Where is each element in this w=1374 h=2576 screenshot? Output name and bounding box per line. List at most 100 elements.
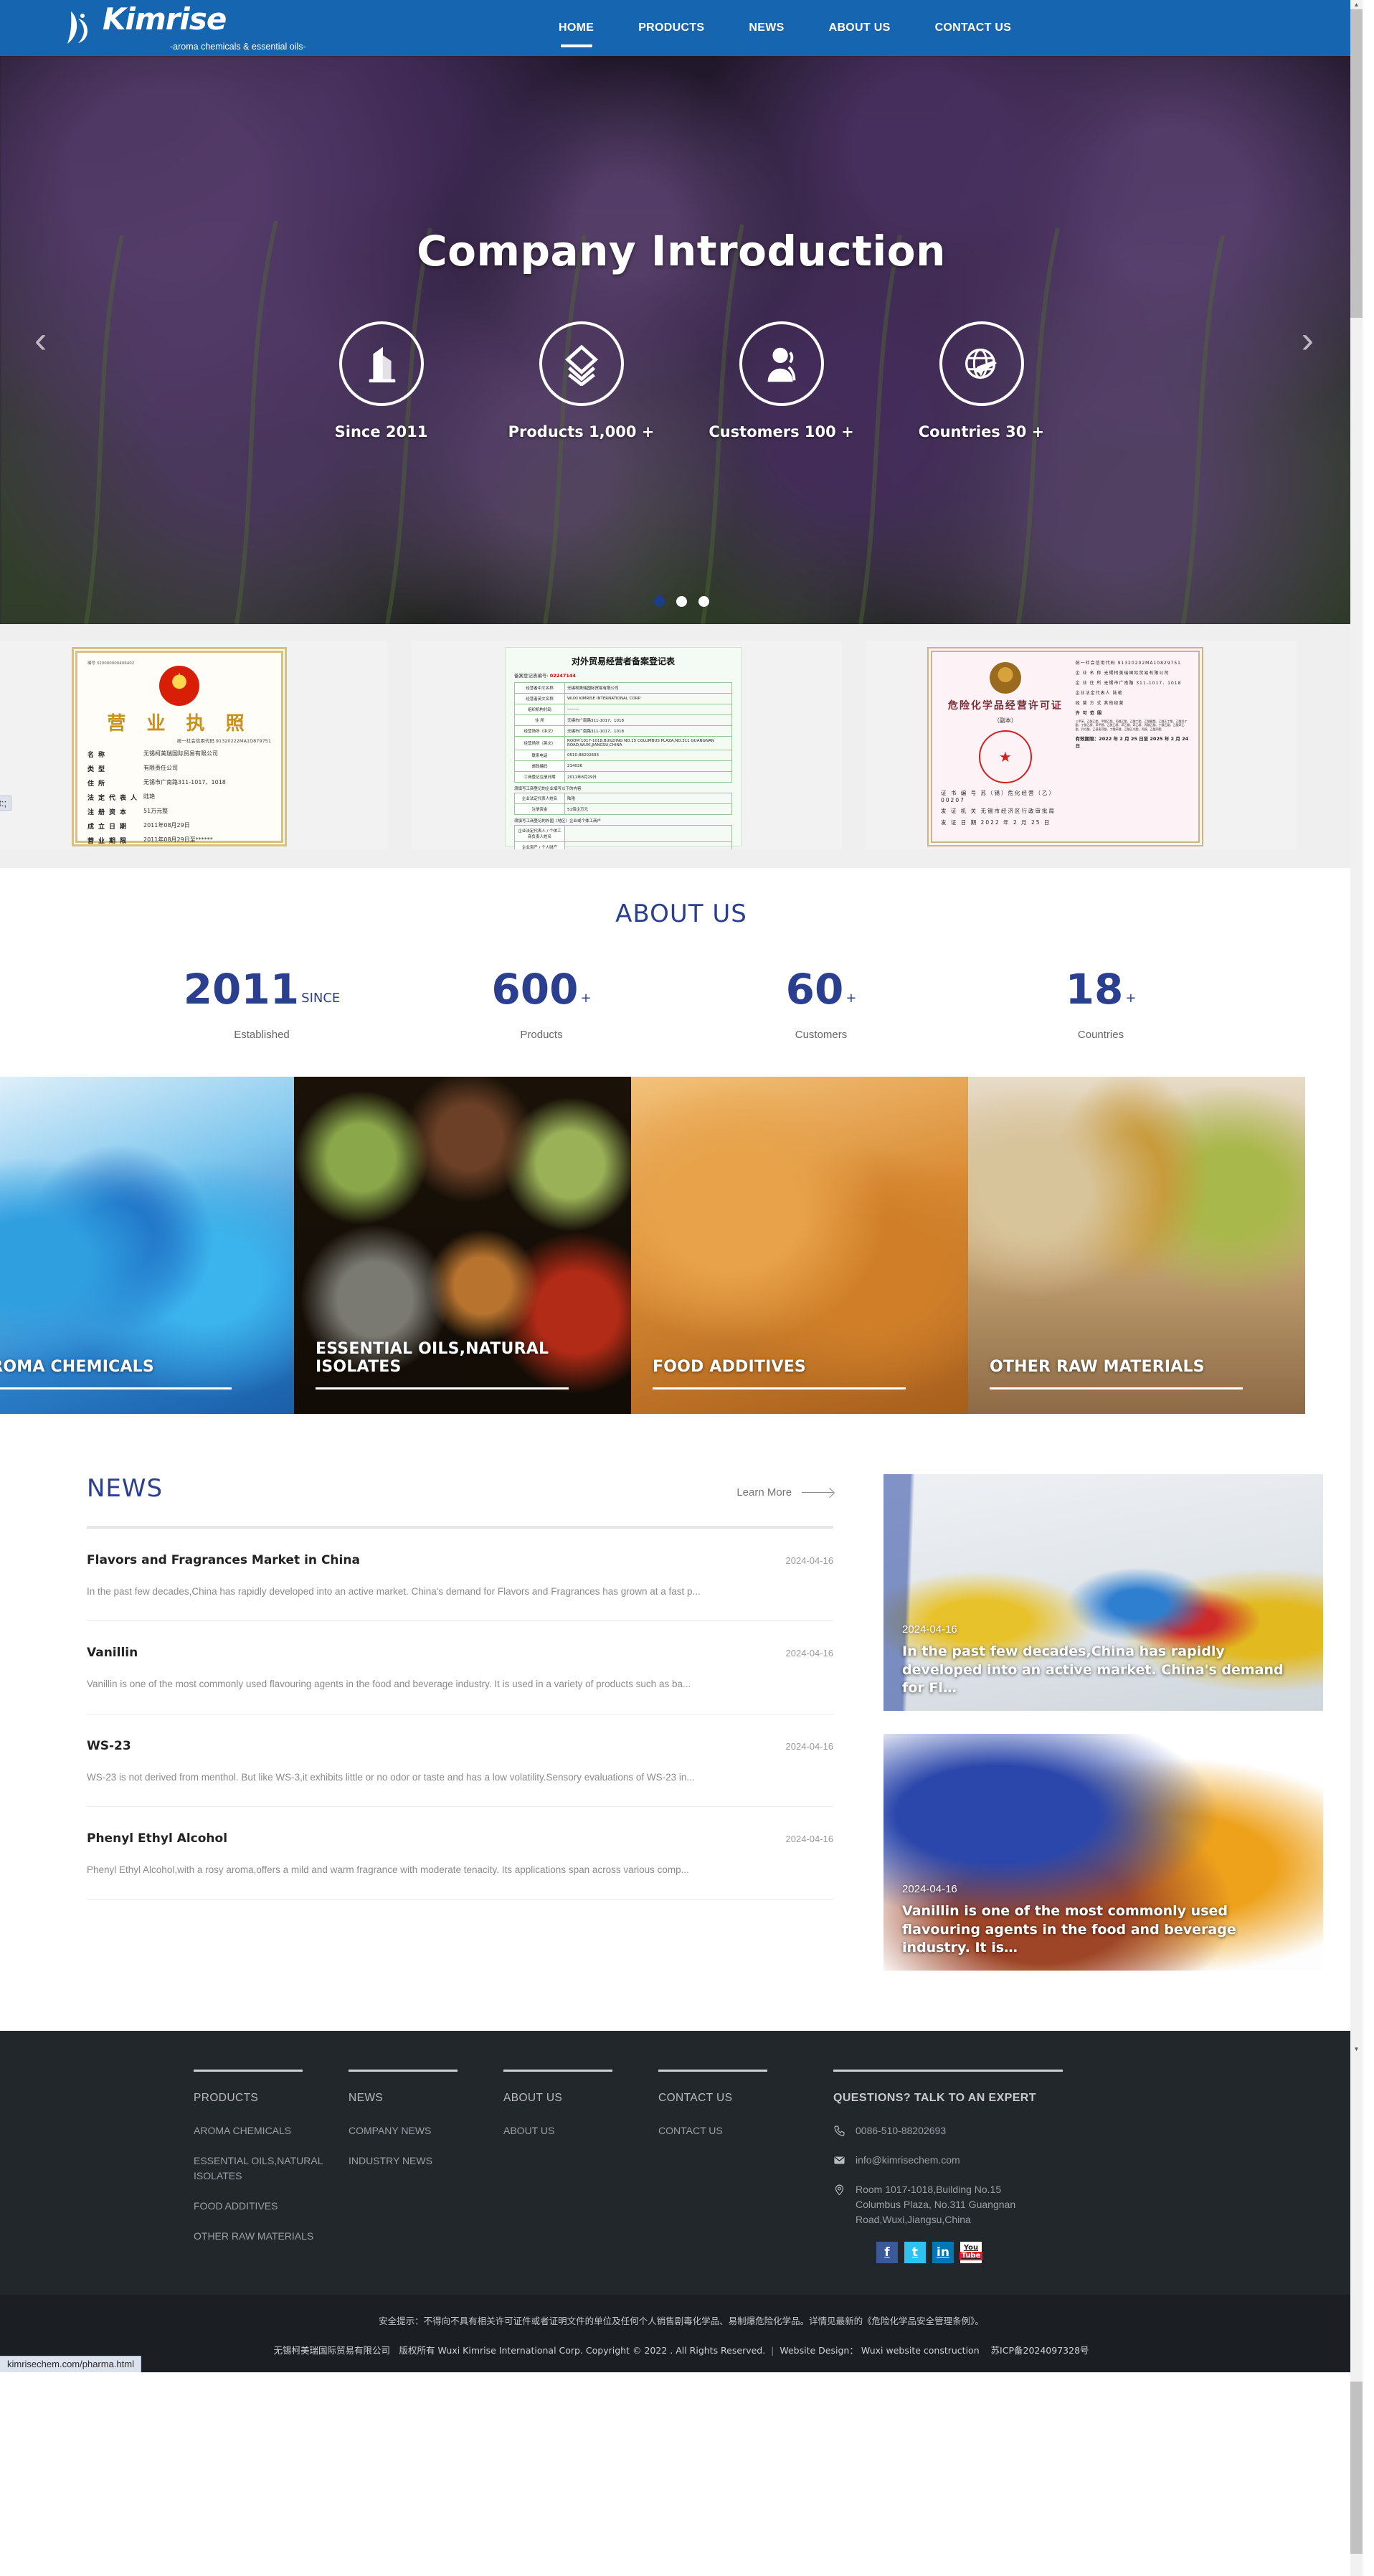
about-stat-customers: 60 + Customers bbox=[681, 968, 961, 1041]
category-underline bbox=[990, 1387, 1243, 1390]
footer-email[interactable]: info@kimrisechem.com bbox=[833, 2153, 1048, 2168]
globe-plane-icon bbox=[965, 348, 997, 379]
site-footer: PRODUCTS AROMA CHEMICALS ESSENTIAL OILS,… bbox=[0, 2031, 1363, 2372]
news-list-item[interactable]: WS-23 2024-04-16 WS-23 is not derived fr… bbox=[87, 1714, 834, 1807]
license-row: 成立日期 2011年08月29日 bbox=[87, 822, 190, 831]
news-card-date: 2024-04-16 bbox=[902, 1883, 957, 1896]
kimrise-bird-logo-icon bbox=[61, 9, 105, 53]
footer-link-aroma-chemicals[interactable]: AROMA CHEMICALS bbox=[194, 2123, 349, 2138]
hero-stat-label: Customers 100 + bbox=[709, 423, 854, 440]
permit-cert-no: 证 书 编 号 苏（锡）危化经营（乙）00207 bbox=[941, 790, 1056, 803]
trade-table: 经营者中文名称 无锡柯美瑞国际贸易有限公司 经营者英文名称 WUXI KIMRISE… bbox=[514, 682, 732, 783]
table-row: 经营者中文名称 无锡柯美瑞国际贸易有限公司 bbox=[514, 682, 732, 694]
category-card-food-additives[interactable]: FOOD ADDITIVES bbox=[631, 1077, 968, 1414]
category-card-essential-oils[interactable]: ESSENTIAL OILS,NATURAL ISOLATES bbox=[294, 1077, 631, 1414]
permit-scope-text: 三甲苯、乙酰乙酯、甲酸乙酯、丙酸乙酯、乙酸丁酯、乙酸戴酯、乙酸正丁酯、乙酸异丁酯… bbox=[1075, 720, 1188, 731]
permit-validity: 有效期限：2022 年 2 月 25 日至 2025 年 2 月 24 日 bbox=[1075, 736, 1189, 750]
news-item-title: Phenyl Ethyl Alcohol bbox=[87, 1831, 228, 1846]
news-list-item[interactable]: Vanillin 2024-04-16 Vanillin is one of t… bbox=[87, 1621, 834, 1714]
layers-icon bbox=[564, 344, 598, 386]
footer-link-contact-us[interactable]: CONTACT US bbox=[658, 2123, 813, 2138]
footer-email-text: info@kimrisechem.com bbox=[856, 2154, 960, 2166]
hero-prev-arrow[interactable]: ‹ bbox=[34, 319, 47, 362]
site-header: Kimrise -aroma chemicals & essential oil… bbox=[0, 0, 1363, 56]
certificate-foreign-trade-registration[interactable]: 对外贸易经营者备案登记表 备案登记表编号: 02247144 经营者中文名称 无锡… bbox=[412, 641, 842, 849]
footer-link-industry-news[interactable]: INDUSTRY NEWS bbox=[349, 2153, 503, 2168]
certificate-business-license[interactable]: 编号 320000000406402 营 业 执 照 统一社会信用代码 9132… bbox=[0, 641, 387, 849]
permit-field: 企 业 名 称 无锡柯美瑞国际贸易有限公司 bbox=[1075, 671, 1170, 676]
footer-icp[interactable]: 苏ICP备2024097328号 bbox=[991, 2345, 1089, 2356]
news-learn-more-link[interactable]: Learn More bbox=[736, 1486, 834, 1499]
footer-social-links: f t in You Tube bbox=[876, 2242, 1048, 2263]
hero-dot-3[interactable] bbox=[698, 596, 709, 607]
footer-link-other-raw-materials[interactable]: OTHER RAW MATERIALS bbox=[194, 2229, 349, 2243]
scrollbar-thumb[interactable] bbox=[1350, 9, 1363, 318]
about-stat-number: 18 bbox=[1065, 965, 1124, 1014]
footer-contact-heading: QUESTIONS? TALK TO AN EXPERT bbox=[833, 2092, 1036, 2104]
category-underline bbox=[316, 1387, 569, 1390]
nav-item-contact-us[interactable]: CONTACT US bbox=[913, 0, 1034, 56]
footer-link-about-us[interactable]: ABOUT US bbox=[503, 2123, 658, 2138]
footer-link-food-additives[interactable]: FOOD ADDITIVES bbox=[194, 2199, 349, 2213]
about-stat-products: 600 + Products bbox=[402, 968, 681, 1041]
news-list-item[interactable]: Flavors and Fragrances Market in China 2… bbox=[87, 1529, 834, 1622]
hero-dot-1[interactable] bbox=[653, 596, 665, 607]
trade-table-2: 企业法定代表人姓名 陆艳 注册资金 51佰企万元 bbox=[514, 793, 732, 815]
scrollbar-down-arrow-icon[interactable]: ▼ bbox=[1350, 2044, 1363, 2054]
site-logo[interactable]: Kimrise -aroma chemicals & essential oil… bbox=[61, 4, 306, 56]
footer-website-design-link[interactable]: Wuxi website construction bbox=[861, 2345, 980, 2356]
scrollbar-thumb-secondary[interactable] bbox=[1350, 2382, 1363, 2554]
linkedin-icon[interactable]: in bbox=[932, 2242, 954, 2263]
table-row: 企业法定代表人 / 个体工商负责人姓名 bbox=[514, 825, 732, 842]
news-heading: NEWS bbox=[87, 1474, 164, 1503]
footer-phone-text: 0086-510-88202693 bbox=[856, 2125, 947, 2136]
news-section: NEWS Learn More Flavors and Fragrances M… bbox=[0, 1414, 1363, 2031]
news-list-item[interactable]: Phenyl Ethyl Alcohol 2024-04-16 Phenyl E… bbox=[87, 1807, 834, 1900]
permit-field: 企业法定代表人 陆艳 bbox=[1075, 691, 1123, 696]
scrollbar-up-arrow-icon[interactable]: ▲ bbox=[1350, 0, 1363, 10]
permit-credit-code: 统一社会信用代码 91320202MA10829751 bbox=[1075, 661, 1181, 666]
hero-next-arrow[interactable]: › bbox=[1302, 319, 1314, 362]
news-item-date: 2024-04-16 bbox=[785, 1740, 834, 1752]
footer-phone[interactable]: 0086-510-88202693 bbox=[833, 2123, 1048, 2138]
news-featured-card-2[interactable]: 2024-04-16 Vanillin is one of the most c… bbox=[883, 1734, 1323, 1971]
table-row: 住 所无锡市广南路311-1017、1018 bbox=[514, 714, 732, 726]
license-credit-code: 统一社会信用代码 91320222MA1D879751 bbox=[176, 738, 271, 744]
nav-item-products[interactable]: PRODUCTS bbox=[616, 0, 726, 56]
news-featured-card-1[interactable]: 2024-04-16 In the past few decades,China… bbox=[883, 1474, 1323, 1711]
hero-title: Company Introduction bbox=[417, 227, 946, 275]
table-row: 经营场所（中文） 无锡市广南路311-1017、1018 bbox=[514, 725, 732, 737]
table-row: 企业法定代表人姓名 陆艳 bbox=[514, 793, 732, 804]
nav-item-about-us[interactable]: ABOUT US bbox=[807, 0, 913, 56]
permit-issue-date: 发 证 日 期 2022 年 2 月 25 日 bbox=[941, 819, 1051, 826]
license-row: 类型 有限责任公司 bbox=[87, 765, 178, 773]
trade-title: 对外贸易经营者备案登记表 bbox=[571, 656, 675, 666]
hero-dot-2[interactable] bbox=[676, 596, 687, 607]
category-card-aroma-chemicals[interactable]: AROMA CHEMICALS bbox=[0, 1077, 294, 1414]
nav-item-news[interactable]: NEWS bbox=[726, 0, 806, 56]
footer-link-company-news[interactable]: COMPANY NEWS bbox=[349, 2123, 503, 2138]
facebook-icon[interactable]: f bbox=[876, 2242, 898, 2263]
about-stat-caption: Products bbox=[520, 1029, 563, 1041]
news-item-description: Phenyl Ethyl Alcohol,with a rosy aroma,o… bbox=[87, 1864, 689, 1875]
phone-icon bbox=[834, 2126, 845, 2136]
hero-stat-circle bbox=[939, 321, 1024, 406]
learn-more-label: Learn More bbox=[736, 1486, 792, 1499]
hazardous-permit-image: 危险化学品经营许可证 （副本） 证 书 编 号 苏（锡）危化经营（乙）00207… bbox=[927, 647, 1203, 846]
news-card-date: 2024-04-16 bbox=[902, 1623, 957, 1636]
footer-address-text: Room 1017-1018,Building No.15 Columbus P… bbox=[856, 2184, 1016, 2225]
twitter-icon[interactable]: t bbox=[904, 2242, 926, 2263]
about-stat-caption: Established bbox=[234, 1029, 290, 1041]
permit-issuer: 发 证 机 关 无锡市经济区行政审批局 bbox=[941, 808, 1056, 814]
footer-link-essential-oils[interactable]: ESSENTIAL OILS,NATURAL ISOLATES bbox=[194, 2153, 349, 2183]
category-card-other-raw-materials[interactable]: OTHER RAW MATERIALS bbox=[968, 1077, 1305, 1414]
youtube-icon[interactable]: You Tube bbox=[959, 2242, 983, 2263]
nav-item-home[interactable]: HOME bbox=[536, 0, 616, 56]
hero-stat-circle bbox=[539, 321, 624, 406]
news-item-description: Vanillin is one of the most commonly use… bbox=[87, 1679, 691, 1690]
certificate-hazardous-permit[interactable]: 危险化学品经营许可证 （副本） 证 书 编 号 苏（锡）危化经营（乙）00207… bbox=[866, 641, 1297, 849]
license-title: 营 业 执 照 bbox=[107, 713, 252, 735]
footer-column-contact-info: QUESTIONS? TALK TO AN EXPERT 0086-510-88… bbox=[833, 2070, 1063, 2263]
browser-scrollbar[interactable]: ▲ ▼ bbox=[1350, 0, 1363, 2576]
users-icon bbox=[767, 347, 795, 382]
